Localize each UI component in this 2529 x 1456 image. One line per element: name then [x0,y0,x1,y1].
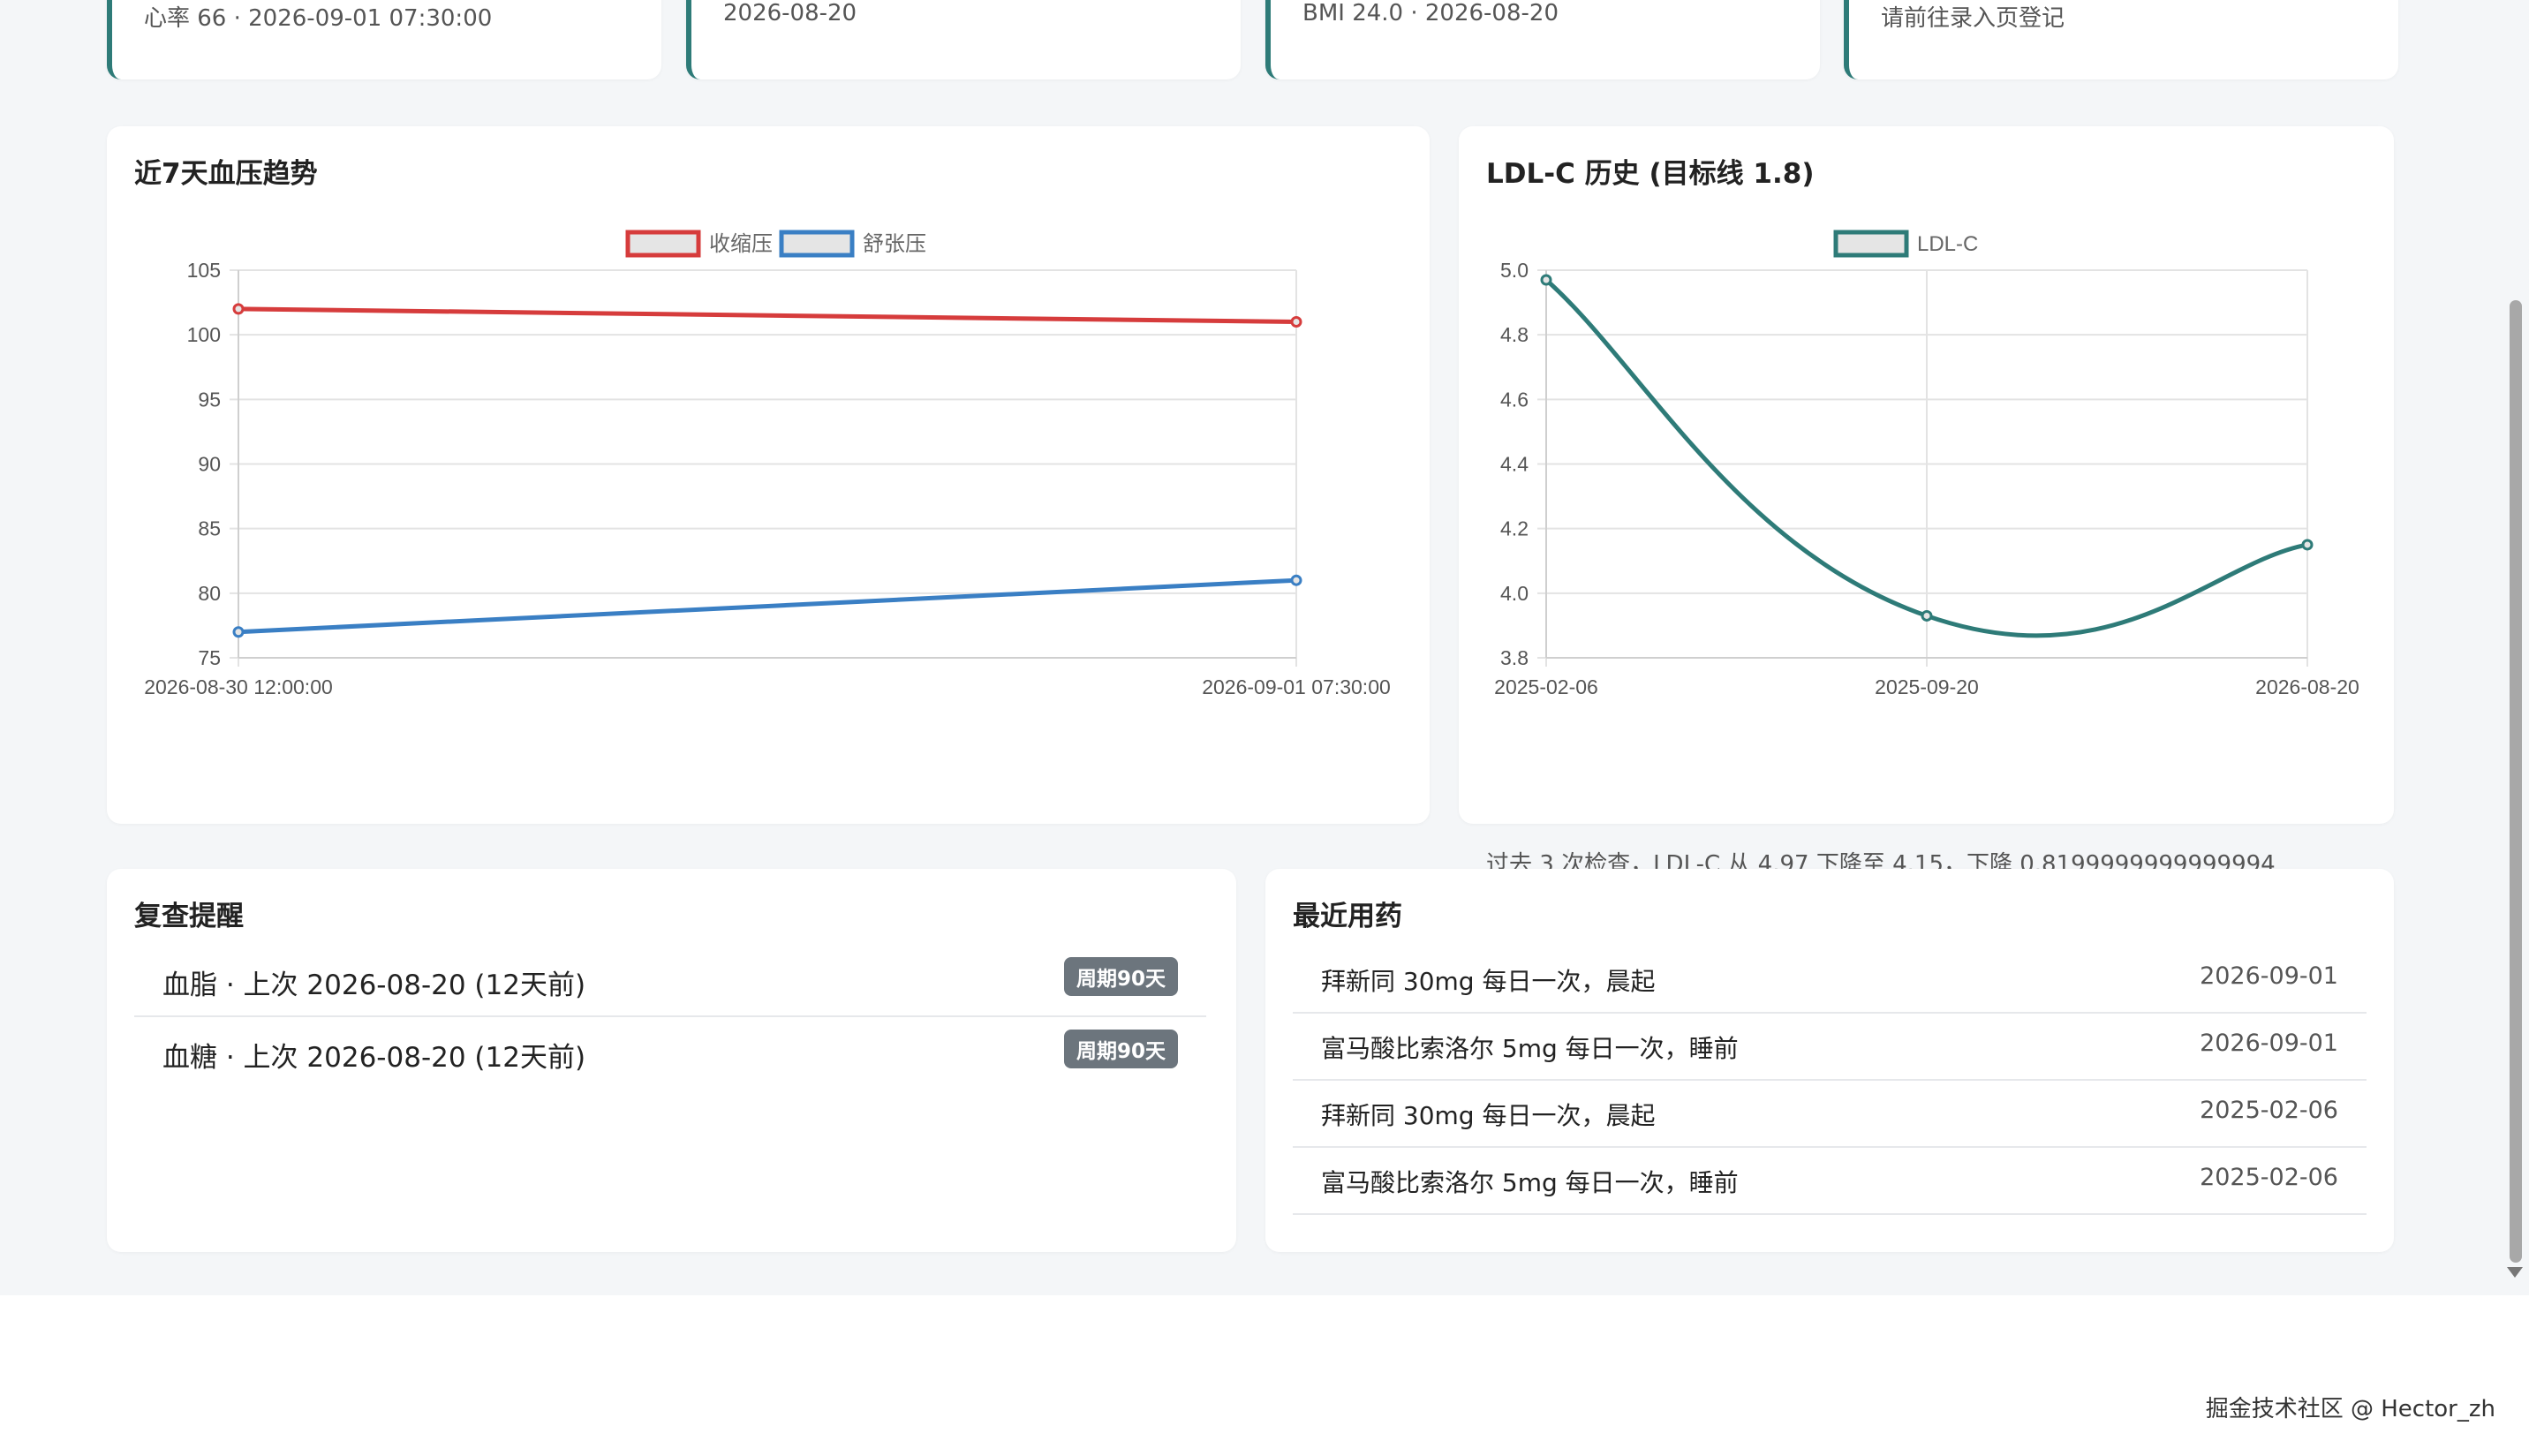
stat-card-date[interactable]: 2026-08-20 [686,0,1241,79]
y-tick-label: 85 [198,517,221,540]
y-tick-label: 75 [198,646,221,669]
app-viewport: 心率 66 · 2026-09-01 07:30:00 2026-08-20 B… [0,0,2529,1295]
stat-card-sub: 请前往录入页登记 [1881,5,2065,32]
review-item-glucose[interactable]: 血糖 · 上次 2026-08-20 (12天前) 周期90天 [134,1017,1206,1088]
med-item-name: 拜新同 30mg 每日一次，晨起 [1321,1101,1656,1130]
cycle-badge: 周期90天 [1063,1030,1178,1068]
y-tick-label: 4.8 [1500,323,1529,346]
y-tick-label: 100 [187,323,221,346]
y-tick-label: 105 [187,259,221,282]
med-item-name: 富马酸比索洛尔 5mg 每日一次，睡前 [1321,1168,1739,1197]
med-item-date: 2025-02-06 [2200,1097,2338,1124]
data-point [2301,539,2314,551]
data-point [1921,609,1933,622]
cycle-badge: 周期90天 [1063,957,1178,996]
x-tick-label: 2026-09-01 07:30:00 [1202,675,1391,698]
legend-label: 收缩压 [709,232,773,256]
data-point [232,626,245,638]
review-reminder-card: 复查提醒 血脂 · 上次 2026-08-20 (12天前) 周期90天 血糖 … [107,869,1236,1252]
data-point [1540,274,1552,286]
vertical-scrollbar[interactable] [2503,0,2529,1295]
legend-swatch [1833,230,1909,258]
bp-chart: 105 100 95 90 85 80 75 2026-08-30 12:00:00 2026-… [144,230,1391,698]
stat-card-sub: 2026-08-20 [723,0,857,26]
x-tick-label: 2025-02-06 [1494,675,1598,698]
med-item-date: 2025-02-06 [2200,1164,2338,1191]
review-reminder-title: 复查提醒 [134,901,244,932]
stat-card-heart[interactable]: 心率 66 · 2026-09-01 07:30:00 [107,0,661,79]
recent-medication-title: 最近用药 [1293,901,1402,932]
y-tick-label: 3.8 [1500,646,1529,669]
review-item-text: 血脂 · 上次 2026-08-20 (12天前) [162,969,586,1001]
stat-card-bmi[interactable]: BMI 24.0 · 2026-08-20 [1265,0,1820,79]
med-item-date: 2026-09-01 [2200,962,2338,990]
y-tick-label: 5.0 [1500,259,1529,282]
series-line [238,306,1297,325]
recent-medication-card: 最近用药 拜新同 30mg 每日一次，晨起 2026-09-01 富马酸比索洛尔… [1265,869,2394,1252]
x-tick-label: 2026-08-20 [2255,675,2359,698]
y-tick-label: 4.2 [1500,517,1529,540]
stat-card-sub: BMI 24.0 · 2026-08-20 [1302,0,1559,26]
y-tick-label: 4.4 [1500,453,1529,476]
scroll-down-arrow-icon[interactable] [2507,1267,2523,1278]
y-tick-label: 80 [198,582,221,605]
data-point [1290,316,1302,328]
legend-label: 舒张压 [863,232,926,256]
legend-label: LDL-C [1917,232,1978,256]
series-line [238,577,1297,635]
med-item-name: 拜新同 30mg 每日一次，晨起 [1321,967,1656,996]
review-item-text: 血糖 · 上次 2026-08-20 (12天前) [162,1042,586,1074]
med-item[interactable]: 富马酸比索洛尔 5mg 每日一次，睡前 2026-09-01 [1293,1014,2367,1081]
legend-swatch [779,230,855,258]
data-point [1290,574,1302,586]
bp-chart-card: 近7天血压趋势 105 100 95 90 85 80 75 2026-08-30 12:00… [107,126,1430,824]
y-tick-label: 90 [198,453,221,476]
med-item[interactable]: 拜新同 30mg 每日一次，晨起 2025-02-06 [1293,1081,2367,1148]
y-tick-label: 95 [198,388,221,411]
med-item[interactable]: 富马酸比索洛尔 5mg 每日一次，睡前 2025-02-06 [1293,1148,2367,1215]
stat-card-sub: 心率 66 · 2026-09-01 07:30:00 [144,5,493,32]
legend-swatch [625,230,701,258]
data-point [232,303,245,315]
stat-card-entry[interactable]: 请前往录入页登记 [1844,0,2398,79]
med-item[interactable]: 拜新同 30mg 每日一次，晨起 2026-09-01 [1293,947,2367,1014]
review-item-lipid[interactable]: 血脂 · 上次 2026-08-20 (12天前) 周期90天 [134,945,1206,1017]
ldl-chart-card: LDL-C 历史 (目标线 1.8) 5.0 4.8 4.6 4.4 4.2 4.0 3.8… [1459,126,2394,915]
med-item-name: 富马酸比索洛尔 5mg 每日一次，睡前 [1321,1034,1739,1063]
y-tick-label: 4.0 [1500,582,1529,605]
watermark: 掘金技术社区 @ Hector_zh [2205,1396,2495,1422]
med-item-date: 2026-09-01 [2200,1030,2338,1057]
x-tick-label: 2026-08-30 12:00:00 [144,675,333,698]
scrollbar-thumb[interactable] [2510,300,2522,1263]
ldl-chart: 5.0 4.8 4.6 4.4 4.2 4.0 3.8 2025-02-06 2025-09-2… [1494,230,2359,698]
y-tick-label: 4.6 [1500,388,1529,411]
x-tick-label: 2025-09-20 [1875,675,1979,698]
